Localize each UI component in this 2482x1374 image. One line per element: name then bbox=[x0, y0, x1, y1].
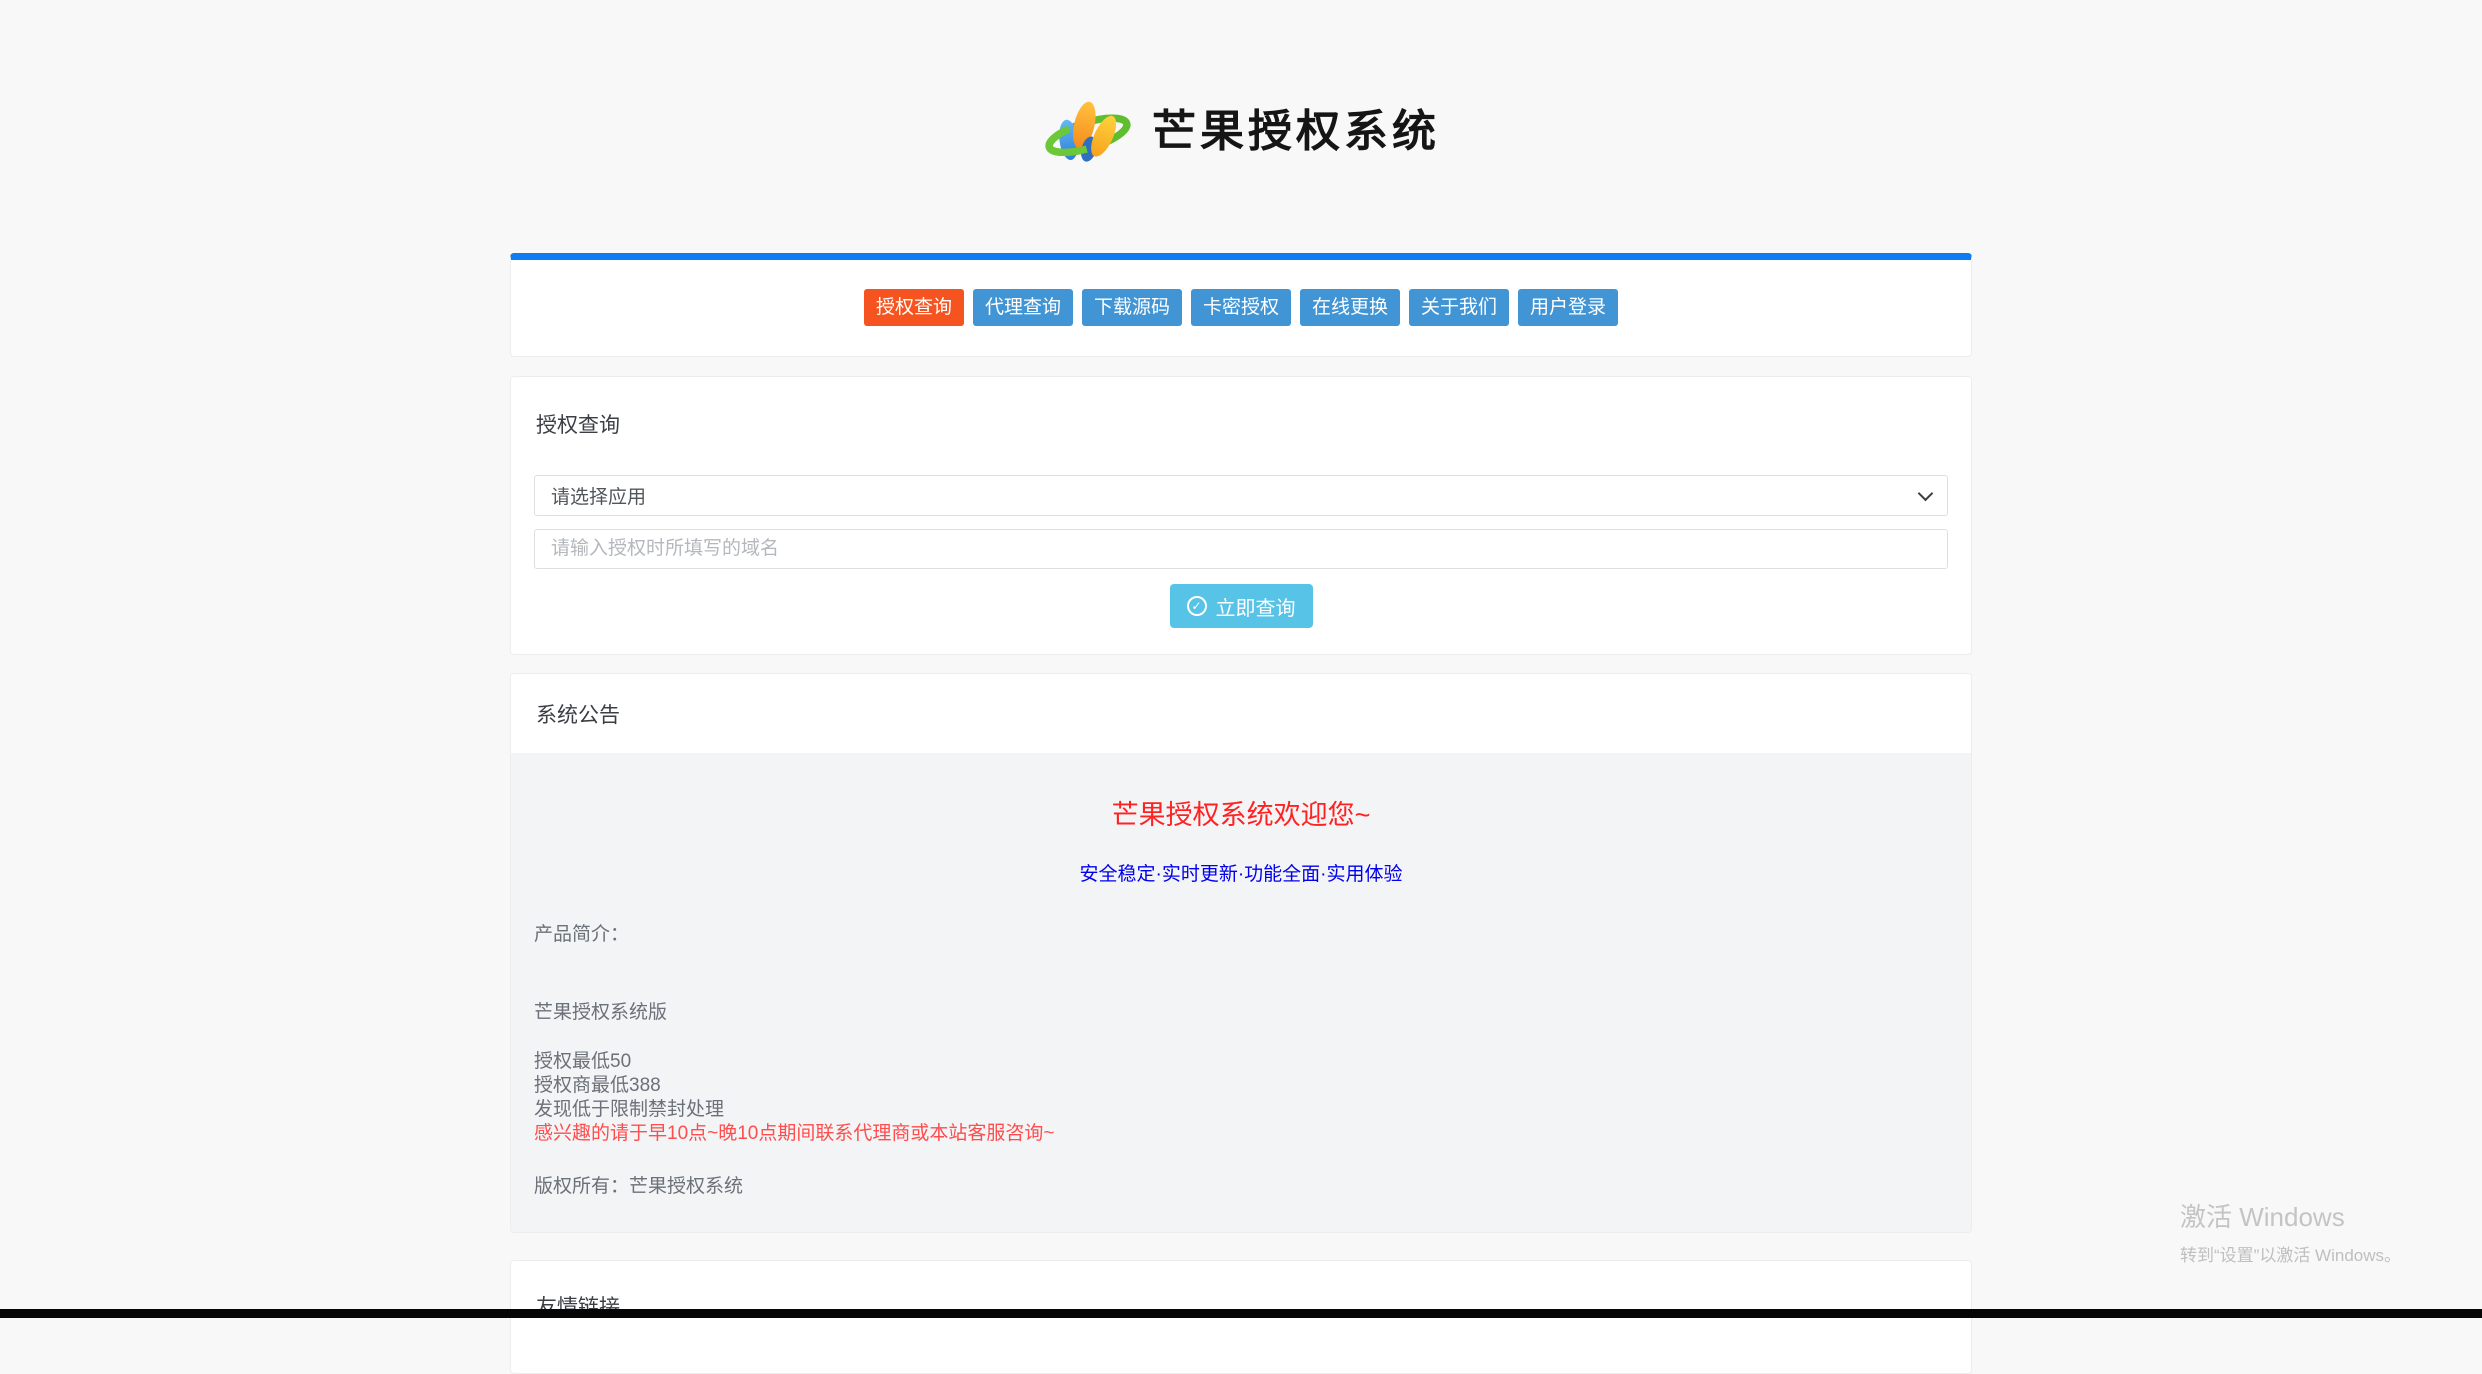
announcement-highlight-line: 感兴趣的请于早10点~晚10点期间联系代理商或本站客服咨询~ bbox=[534, 1123, 1055, 1144]
chevron-down-icon bbox=[1917, 485, 1934, 501]
nav-button-1[interactable]: 授权查询 bbox=[863, 289, 964, 326]
windows-activation-watermark: 激活 Windows 转到“设置”以激活 Windows。 bbox=[2180, 1197, 2401, 1266]
page: 芒果授权系统 授权查询 代理查询 下载源码 卡密授权 在线更换 关于我们 用户登录 授权查询… bbox=[0, 0, 2482, 1374]
mango-logo-icon bbox=[1045, 101, 1131, 162]
watermark-line1: 激活 Windows bbox=[2180, 1202, 2345, 1232]
announcement-lines: 授权最低50 授权商最低388 发现低于限制禁封处理感兴趣的请于早10点~晚10点期… bbox=[534, 1050, 1948, 1146]
bottom-black-bar bbox=[0, 1309, 2482, 1318]
nav-button-6[interactable]: 关于我们 bbox=[1409, 289, 1510, 326]
announcement-headline: 芒果授权系统欢迎您~ bbox=[1111, 800, 1371, 830]
site-title: 芒果授权系统 bbox=[1152, 105, 1440, 157]
nav-button-4[interactable]: 卡密授权 bbox=[1190, 289, 1291, 326]
product-intro-label: 产品简介： bbox=[534, 924, 630, 945]
domain-input[interactable] bbox=[534, 529, 1948, 569]
friend-links-title: 友情链接 bbox=[536, 1296, 620, 1319]
nav-panel: 授权查询 代理查询 下载源码 卡密授权 在线更换 关于我们 用户登录 bbox=[510, 253, 1972, 357]
query-submit-label: 立即查询 bbox=[1215, 597, 1296, 620]
announcement-line: 授权商最低388 bbox=[534, 1075, 661, 1096]
nav-button-2[interactable]: 代理查询 bbox=[972, 289, 1073, 326]
nav-menu: 授权查询 代理查询 下载源码 卡密授权 在线更换 关于我们 用户登录 bbox=[511, 260, 1971, 356]
query-submit-button[interactable]: ✓ 立即查询 bbox=[1169, 584, 1313, 628]
announcement-line: 授权最低50 bbox=[534, 1051, 632, 1072]
product-name: 芒果授权系统版 bbox=[534, 1002, 668, 1023]
announcement-panel-title: 系统公告 bbox=[511, 674, 1971, 753]
watermark-line2: 转到“设置”以激活 Windows。 bbox=[2180, 1246, 2402, 1265]
nav-button-3[interactable]: 下载源码 bbox=[1081, 289, 1182, 326]
auth-query-form: 请选择应用 ✓ 立即查询 bbox=[511, 439, 1971, 628]
main-container: 授权查询 代理查询 下载源码 卡密授权 在线更换 关于我们 用户登录 授权查询 请选择应用 … bbox=[510, 253, 1972, 1374]
copyright-line: 版权所有：芒果授权系统 bbox=[534, 1176, 744, 1197]
auth-query-panel: 授权查询 请选择应用 ✓ 立即查询 bbox=[510, 376, 1972, 655]
announcement-panel: 系统公告 芒果授权系统欢迎您~ 安全稳定·实时更新·功能全面·实用体验 产品简介… bbox=[510, 673, 1972, 1233]
check-circle-icon: ✓ bbox=[1186, 596, 1207, 616]
nav-button-5[interactable]: 在线更换 bbox=[1300, 289, 1401, 326]
nav-button-7[interactable]: 用户登录 bbox=[1518, 289, 1619, 326]
site-header: 芒果授权系统 bbox=[0, 0, 2482, 253]
logo: 芒果授权系统 bbox=[1042, 87, 1440, 167]
announcement-content: 芒果授权系统欢迎您~ 安全稳定·实时更新·功能全面·实用体验 产品简介： 芒果授… bbox=[511, 753, 1971, 1232]
announcement-subheadline: 安全稳定·实时更新·功能全面·实用体验 bbox=[1079, 864, 1403, 885]
auth-query-panel-title: 授权查询 bbox=[536, 414, 620, 437]
app-select-value: 请选择应用 bbox=[551, 487, 647, 508]
submit-row: ✓ 立即查询 bbox=[534, 584, 1948, 628]
app-select[interactable]: 请选择应用 bbox=[534, 475, 1948, 516]
announcement-line: 发现低于限制禁封处理 bbox=[534, 1099, 725, 1120]
